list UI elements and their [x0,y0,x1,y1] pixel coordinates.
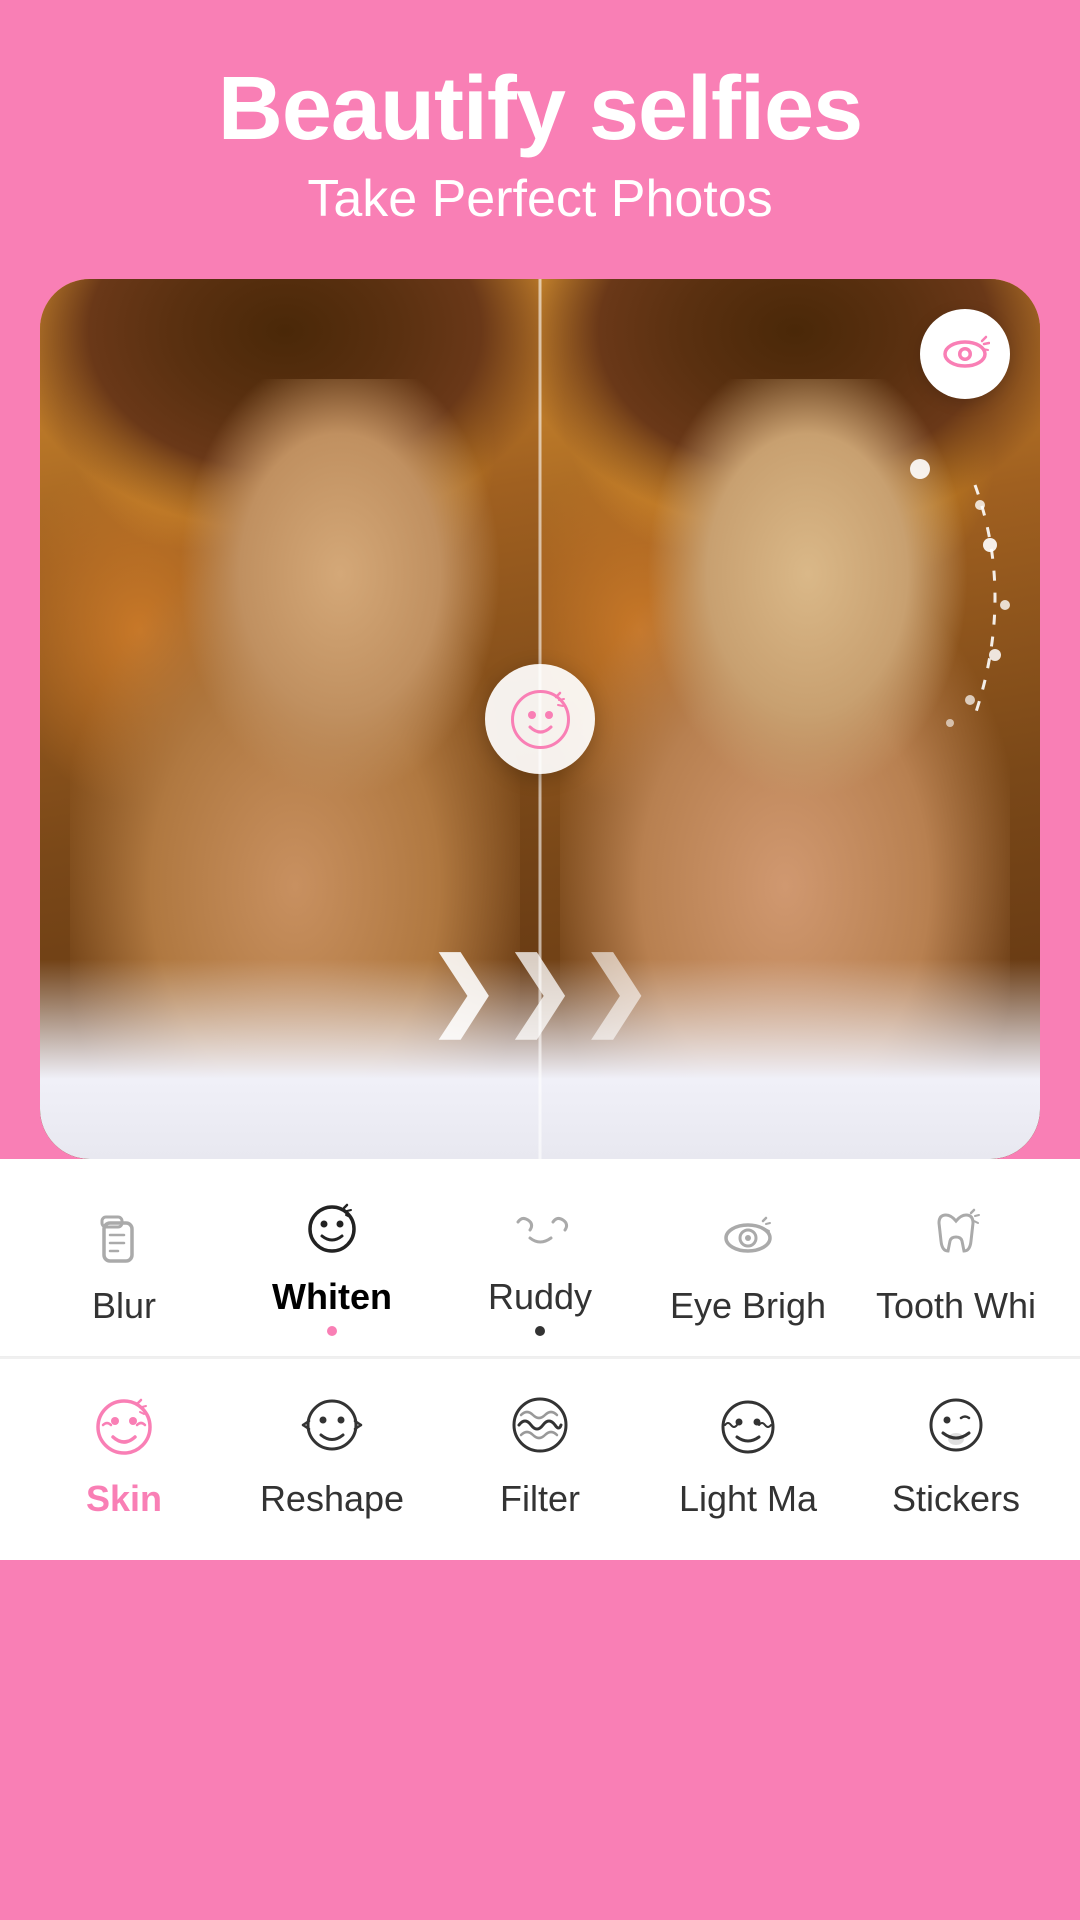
whiten-label: Whiten [272,1276,392,1318]
tooth-whiten-icon [919,1198,994,1273]
whiten-icon [295,1189,370,1264]
ruddy-icon [503,1189,578,1264]
skin-label: Skin [86,1478,162,1520]
photo-comparison: ❯ ❯ ❯ [40,279,1040,1159]
category-skin[interactable]: Skin [20,1384,228,1520]
header: Beautify selfies Take Perfect Photos [0,0,1080,259]
category-reshape[interactable]: Reshape [228,1384,436,1520]
tool-ruddy[interactable]: Ruddy [436,1189,644,1336]
ruddy-dot [535,1326,545,1336]
photo-split: ❯ ❯ ❯ [40,279,1040,1159]
tooth-whiten-label: Tooth Whi [876,1285,1036,1327]
tool-whiten[interactable]: Whiten [228,1189,436,1336]
stickers-label: Stickers [892,1478,1020,1520]
eye-brighten-label: Eye Brigh [670,1285,826,1327]
face-drag-handle[interactable] [485,664,595,774]
category-toolbar: Skin Reshape Fil [0,1359,1080,1560]
blur-label: Blur [92,1285,156,1327]
tool-blur[interactable]: Blur [20,1198,228,1327]
category-stickers[interactable]: Stickers [852,1384,1060,1520]
beauty-dot-1 [910,459,930,479]
arrows-indicator: ❯ ❯ ❯ [428,940,652,1039]
eye-icon [940,329,990,379]
reshape-icon [292,1384,372,1464]
ruddy-label: Ruddy [488,1276,592,1318]
whiten-active-dot [327,1326,337,1336]
light-makeup-icon [708,1384,788,1464]
beauty-tools-toolbar: Blur Whiten [0,1159,1080,1357]
light-makeup-label: Light Ma [679,1478,817,1520]
tool-eye-brighten[interactable]: Eye Brigh [644,1198,852,1327]
app-subtitle: Take Perfect Photos [40,169,1040,229]
blur-icon [87,1198,162,1273]
category-light-makeup[interactable]: Light Ma [644,1384,852,1520]
category-filter[interactable]: Filter [436,1384,644,1520]
filter-icon [500,1384,580,1464]
filter-label: Filter [500,1478,580,1520]
skin-icon [84,1384,164,1464]
eye-brighten-icon [711,1198,786,1273]
face-handle-icon [508,687,573,752]
reshape-label: Reshape [260,1478,404,1520]
tool-tooth-whiten[interactable]: Tooth Whi [852,1198,1060,1327]
beauty-detection-arc [795,455,1015,735]
stickers-icon [916,1384,996,1464]
compare-eye-button[interactable] [920,309,1010,399]
app-title: Beautify selfies [40,60,1040,159]
